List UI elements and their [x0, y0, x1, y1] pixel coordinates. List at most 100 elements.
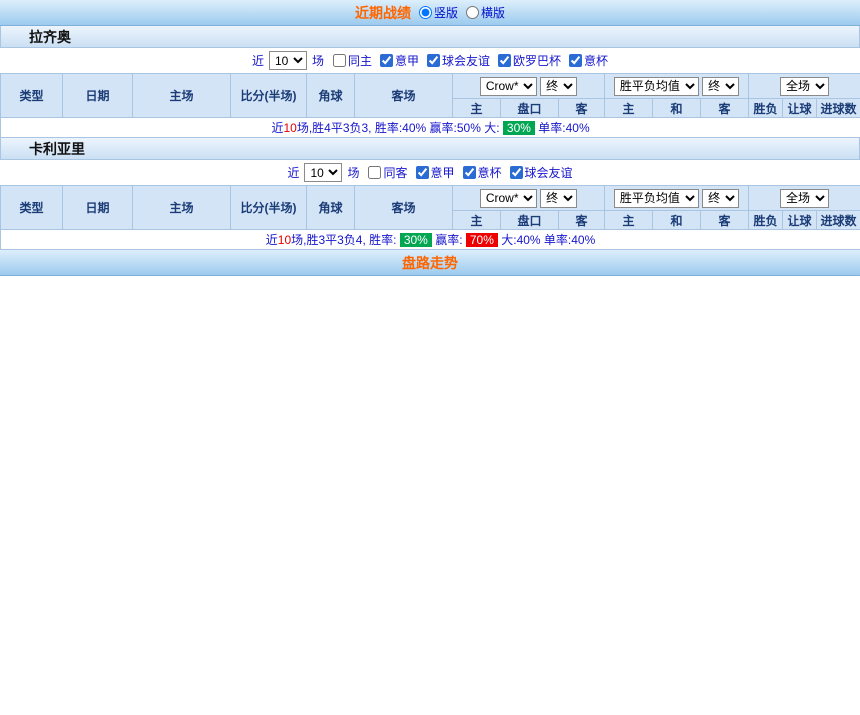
league-filter-checkbox[interactable]: 同主: [333, 52, 372, 69]
checkbox-input[interactable]: [463, 166, 476, 179]
odds-time-select[interactable]: 终: [540, 77, 577, 96]
subcol-handicap-away: 客: [559, 211, 605, 230]
subcol-away-win: 客: [701, 211, 749, 230]
rounds-suffix: 场: [312, 52, 324, 69]
near-label: 近: [287, 164, 299, 181]
radio-input[interactable]: [466, 6, 479, 19]
subcol-handicap-away: 客: [559, 99, 605, 118]
subcol-handicap-result: 让球: [783, 99, 817, 118]
odds-time-select[interactable]: 终: [540, 189, 577, 208]
layout-horizontal-radio[interactable]: 横版: [466, 4, 505, 21]
rounds-suffix: 场: [347, 164, 359, 181]
team-name: 拉齐奥: [0, 26, 860, 48]
filter-bar: 近 10 场 同客 意甲 意杯 球会友谊: [0, 160, 860, 185]
col-score: 比分(半场): [231, 186, 307, 230]
layout-vertical-radio[interactable]: 竖版: [419, 4, 458, 21]
europe-time-select[interactable]: 终: [702, 189, 739, 208]
results-table: 类型 日期 主场 比分(半场) 角球 客场 Crow* 终 胜平负均值 终: [0, 73, 860, 138]
league-filter-checkbox[interactable]: 球会友谊: [427, 52, 490, 69]
subcol-draw: 和: [653, 211, 701, 230]
europe-odds-select[interactable]: 胜平负均值: [614, 77, 699, 96]
recent-results-title-bar: 近期战绩 竖版 横版: [0, 0, 860, 26]
handicap-odds-header: Crow* 终: [453, 186, 605, 211]
col-corner: 角球: [307, 186, 355, 230]
league-filters: 同主意甲 球会友谊 欧罗巴杯 意杯: [333, 52, 608, 69]
subcol-result: 胜负: [749, 99, 783, 118]
europe-odds-select[interactable]: 胜平负均值: [614, 189, 699, 208]
league-filter-checkbox[interactable]: 意甲: [380, 52, 419, 69]
rounds-select[interactable]: 10: [304, 163, 342, 182]
summary-segment: 大:40% 单率:40%: [498, 233, 595, 247]
subcol-handicap-line: 盘口: [501, 99, 559, 118]
odds-company-select[interactable]: Crow*: [480, 189, 537, 208]
col-score: 比分(半场): [231, 74, 307, 118]
summary-row: 近10场,胜3平3负4, 胜率: 30% 赢率: 70% 大:40% 单率:40…: [1, 230, 860, 250]
near-label: 近: [252, 52, 264, 69]
col-corner: 角球: [307, 74, 355, 118]
subcol-handicap-home: 主: [453, 211, 501, 230]
europe-time-select[interactable]: 终: [702, 77, 739, 96]
league-filter-checkbox[interactable]: 意杯: [569, 52, 608, 69]
league-filter-checkbox[interactable]: 球会友谊: [510, 164, 573, 181]
checkbox-input[interactable]: [569, 54, 582, 67]
scope-select[interactable]: 全场: [780, 77, 829, 96]
summary-segment: 10: [283, 121, 296, 135]
subcol-draw: 和: [653, 99, 701, 118]
summary-segment: 10: [278, 233, 291, 247]
col-home: 主场: [133, 186, 231, 230]
checkbox-input[interactable]: [510, 166, 523, 179]
summary-segment: 近: [266, 233, 278, 247]
subcol-home-win: 主: [605, 99, 653, 118]
summary-segment: 70%: [466, 233, 498, 247]
col-type: 类型: [1, 74, 63, 118]
radio-label: 横版: [481, 4, 505, 21]
team-name: 卡利亚里: [0, 138, 860, 160]
summary-row: 近10场,胜4平3负3, 胜率:40% 赢率:50% 大: 30% 单率:40%: [1, 118, 860, 138]
next-section-title: 盘路走势: [402, 253, 458, 273]
subcol-home-win: 主: [605, 211, 653, 230]
subcol-result: 胜负: [749, 211, 783, 230]
league-filter-checkbox[interactable]: 意杯: [463, 164, 502, 181]
rounds-select[interactable]: 10: [269, 51, 307, 70]
col-type: 类型: [1, 186, 63, 230]
league-filters: 同客 意甲 意杯 球会友谊: [368, 164, 572, 181]
league-filter-checkbox[interactable]: 意甲: [416, 164, 455, 181]
checkbox-input[interactable]: [380, 54, 393, 67]
scope-select[interactable]: 全场: [780, 189, 829, 208]
subcol-handicap-home: 主: [453, 99, 501, 118]
checkbox-label: 意杯: [478, 164, 502, 181]
col-date: 日期: [63, 74, 133, 118]
league-filter-checkbox[interactable]: 欧罗巴杯: [498, 52, 561, 69]
europe-odds-header: 胜平负均值 终: [605, 74, 749, 99]
checkbox-label: 球会友谊: [442, 52, 490, 69]
odds-company-select[interactable]: Crow*: [480, 77, 537, 96]
checkbox-input[interactable]: [416, 166, 429, 179]
radio-label: 竖版: [434, 4, 458, 21]
summary-segment: 单率:40%: [535, 121, 590, 135]
checkbox-input[interactable]: [333, 54, 346, 67]
radio-input[interactable]: [419, 6, 432, 19]
summary-segment: 场,胜4平3负3, 胜率:40% 赢率:50% 大:: [297, 121, 503, 135]
subcol-goals: 进球数: [817, 99, 860, 118]
team-section: 卡利亚里 近 10 场 同客 意甲 意杯 球会友谊 类型 日期 主场 比分(半场) 角…: [0, 138, 860, 250]
summary-segment: 赢率:: [432, 233, 466, 247]
europe-odds-header: 胜平负均值 终: [605, 186, 749, 211]
page: 近期战绩 竖版 横版 拉齐奥 近 10 场 同主意甲球会友谊欧罗巴杯意杯: [0, 0, 860, 276]
checkbox-input[interactable]: [427, 54, 440, 67]
checkbox-label: 球会友谊: [525, 164, 573, 181]
summary-segment: 30%: [400, 233, 432, 247]
checkbox-label: 欧罗巴杯: [513, 52, 561, 69]
summary-segment: 30%: [503, 121, 535, 135]
filter-bar: 近 10 场 同主意甲 球会友谊 欧罗巴杯 意杯: [0, 48, 860, 73]
checkbox-input[interactable]: [368, 166, 381, 179]
checkbox-label: 同客: [383, 164, 407, 181]
league-filter-checkbox[interactable]: 同客: [368, 164, 407, 181]
results-table: 类型 日期 主场 比分(半场) 角球 客场 Crow* 终 胜平负均值 终: [0, 185, 860, 250]
checkbox-label: 意甲: [431, 164, 455, 181]
subcol-away-win: 客: [701, 99, 749, 118]
checkbox-label: 意杯: [584, 52, 608, 69]
page-title: 近期战绩: [355, 3, 411, 23]
next-section-title-bar: 盘路走势: [0, 250, 860, 276]
col-away: 客场: [355, 186, 453, 230]
checkbox-input[interactable]: [498, 54, 511, 67]
